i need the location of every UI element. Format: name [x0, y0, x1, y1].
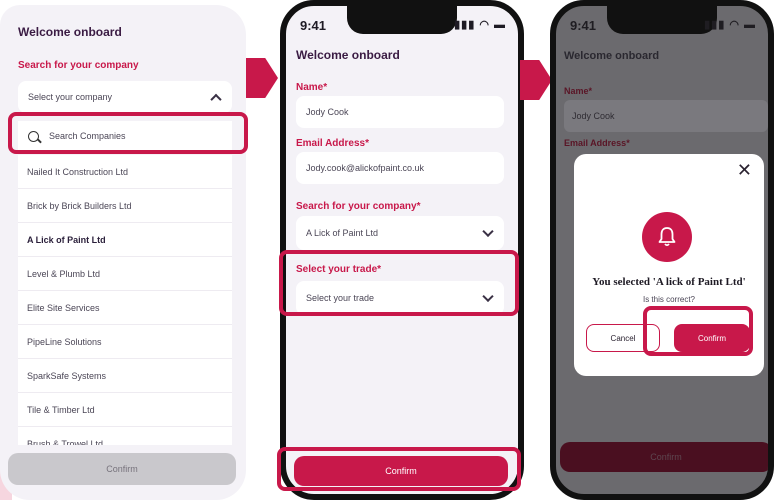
email-label: Email Address*: [296, 138, 369, 149]
dialog-subtext: Is this correct?: [642, 295, 695, 304]
email-label: Email Address*: [564, 138, 630, 148]
list-item[interactable]: Level & Plumb Ltd: [18, 257, 232, 291]
status-bar: 9:41 ▮▮▮ ◠ ▬: [556, 6, 768, 36]
company-label: Search for your company: [18, 60, 139, 71]
name-field: Jody Cook: [564, 100, 768, 132]
highlight-search: [8, 112, 248, 154]
screen-confirm-modal: 9:41 ▮▮▮ ◠ ▬ Welcome onboard Name* Jody …: [550, 0, 774, 500]
list-item[interactable]: Brick by Brick Builders Ltd: [18, 189, 232, 223]
close-icon[interactable]: ✕: [737, 160, 752, 181]
company-select[interactable]: A Lick of Paint Ltd: [296, 216, 504, 250]
list-item[interactable]: Tile & Timber Ltd: [18, 393, 232, 427]
email-field[interactable]: Jody.cook@alickofpaint.co.uk: [296, 152, 504, 184]
signal-wifi-battery-icon: ▮▮▮ ◠ ▬: [454, 19, 506, 31]
step-arrow-icon: [246, 58, 278, 98]
highlight-trade: [279, 250, 519, 316]
dialog-heading: You selected 'A lick of Paint Ltd': [592, 276, 746, 288]
notch: [347, 6, 457, 34]
list-item[interactable]: SparkSafe Systems: [18, 359, 232, 393]
name-label: Name*: [296, 82, 328, 93]
chevron-down-icon: [482, 225, 494, 238]
notch: [607, 6, 717, 34]
page-title: Welcome onboard: [564, 50, 660, 62]
step-arrow-icon: [520, 60, 552, 100]
list-item-selected[interactable]: A Lick of Paint Ltd: [18, 223, 232, 257]
chevron-up-icon: [210, 93, 222, 106]
highlight-confirm: [277, 447, 521, 491]
confirm-button-disabled[interactable]: Confirm: [8, 453, 236, 485]
page-title: Welcome onboard: [18, 25, 122, 39]
signal-wifi-battery-icon: ▮▮▮ ◠ ▬: [704, 19, 756, 31]
company-select[interactable]: Select your company: [18, 81, 232, 113]
name-field[interactable]: Jody Cook: [296, 96, 504, 128]
bell-icon: [642, 212, 692, 262]
confirm-button-dimmed: Confirm: [560, 442, 768, 472]
highlight-dialog-confirm: [643, 306, 753, 356]
screen-company-search: Welcome onboard Search for your company …: [0, 5, 246, 500]
company-label: Search for your company*: [296, 201, 421, 212]
email-value: Jody.cook@alickofpaint.co.uk: [306, 163, 425, 173]
company-list: Nailed It Construction Ltd Brick by Bric…: [18, 155, 232, 445]
status-time: 9:41: [570, 18, 597, 33]
status-bar: 9:41 ▮▮▮ ◠ ▬: [286, 6, 518, 36]
onboarding-flow: Welcome onboard Search for your company …: [0, 0, 781, 500]
name-value: Jody Cook: [572, 111, 615, 121]
status-time: 9:41: [300, 18, 327, 33]
company-value: A Lick of Paint Ltd: [306, 228, 379, 238]
name-value: Jody Cook: [306, 107, 349, 117]
page-title: Welcome onboard: [296, 48, 400, 62]
name-label: Name*: [564, 86, 593, 96]
list-item[interactable]: Elite Site Services: [18, 291, 232, 325]
list-item[interactable]: PipeLine Solutions: [18, 325, 232, 359]
list-item[interactable]: Brush & Trowel Ltd: [18, 427, 232, 446]
company-select-placeholder: Select your company: [28, 92, 113, 102]
list-item[interactable]: Nailed It Construction Ltd: [18, 155, 232, 189]
